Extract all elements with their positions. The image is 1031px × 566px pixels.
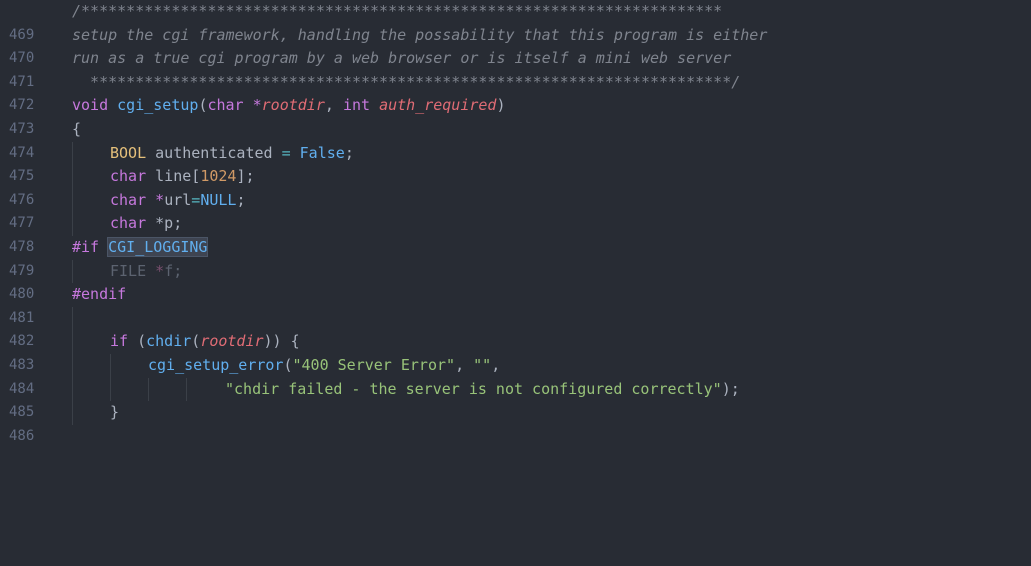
code-line: 485 "chdir failed - the server is not co…	[0, 377, 1031, 420]
punct-token: (	[128, 332, 147, 351]
code-line: 484 cgi_setup_error("400 Server Error", …	[0, 353, 1031, 397]
punct-token: (	[191, 332, 201, 351]
code-line: 483 if (chdir(rootdir)) {	[0, 330, 1031, 373]
keyword-token: char	[207, 96, 244, 115]
code-line: 486 }	[0, 401, 1031, 444]
param-token: auth_required	[379, 96, 497, 115]
code-text: if (chdir(rootdir)) {	[110, 330, 300, 354]
constant-token: NULL	[200, 190, 237, 209]
code-line: 474 {	[0, 118, 1031, 161]
keyword-token: char	[110, 214, 147, 233]
function-token: cgi_setup_error	[148, 355, 284, 374]
code-text: "chdir failed - the server is not config…	[225, 378, 740, 402]
keyword-token: int	[342, 96, 371, 115]
function-token: cgi_setup	[117, 96, 199, 115]
code-text: void cgi_setup(char *rootdir, int auth_r…	[72, 94, 506, 118]
inactive-identifier-token: f;	[164, 261, 183, 280]
preprocessor-token: #if	[72, 237, 100, 256]
string-token: ""	[473, 355, 492, 374]
code-line: 473 void cgi_setup(char *rootdir, int au…	[0, 94, 1031, 137]
string-token: "chdir failed - the server is not config…	[225, 379, 722, 398]
indent-guide	[72, 306, 73, 331]
indent-guide	[72, 330, 73, 354]
comment-text: /***************************************…	[72, 2, 723, 20]
param-token: rootdir	[261, 96, 325, 115]
punct-token: ;	[344, 143, 354, 162]
punct-token: ,	[324, 96, 343, 115]
punct-token: );	[721, 379, 740, 398]
inactive-type-token: FILE	[110, 261, 147, 280]
indent-guide	[72, 259, 73, 284]
keyword-token: char	[110, 190, 147, 209]
code-editor[interactable]: 469 /***********************************…	[0, 0, 1031, 444]
code-line: 477 char *url=NULL;	[0, 188, 1031, 231]
indent-guide	[72, 377, 73, 402]
indent-guide	[186, 377, 187, 402]
string-token: "400 Server Error"	[292, 355, 456, 374]
code-line: 472 ************************************…	[0, 71, 1031, 114]
punct-token: )) {	[263, 332, 300, 351]
punct-token: ,	[455, 355, 474, 374]
type-token: BOOL	[110, 143, 147, 162]
punct-token: ];	[236, 167, 255, 186]
indent-guide	[110, 377, 111, 402]
line-number: 486	[9, 427, 35, 444]
code-line: 470 setup the cgi framework, handling th…	[0, 24, 1031, 67]
code-text: char *p;	[110, 212, 182, 236]
code-line: 476 char line[1024];	[0, 165, 1031, 208]
indent-guide	[72, 401, 73, 425]
operator-token: *	[243, 96, 262, 115]
indent-guide	[72, 353, 73, 378]
code-line: 480 FILE *f;	[0, 259, 1031, 302]
code-line: 471 run as a true cgi program by a web b…	[0, 47, 1031, 90]
identifier-token: url	[164, 190, 192, 209]
brace-token: }	[110, 403, 120, 422]
brace-token: {	[72, 119, 82, 138]
code-text: FILE *f;	[110, 260, 182, 284]
code-line: 482	[0, 306, 1031, 349]
indent-guide	[148, 377, 149, 402]
code-text: BOOL authenticated = False;	[110, 142, 354, 166]
param-token: rootdir	[200, 332, 264, 351]
indent-guide	[72, 212, 73, 236]
identifier-token: *p;	[146, 214, 183, 233]
preprocessor-token: #endif	[72, 285, 127, 304]
code-line: 479 #if CGI_LOGGING	[0, 236, 1031, 279]
code-text: char line[1024];	[110, 165, 255, 189]
code-line: 481 #endif	[0, 283, 1031, 326]
indent-guide	[110, 353, 111, 378]
keyword-token: char	[110, 167, 147, 186]
operator-token: =	[281, 143, 291, 162]
function-token: chdir	[146, 332, 192, 351]
punct-token: ;	[236, 190, 246, 209]
comment-text: run as a true cgi program by a web brows…	[72, 49, 732, 68]
constant-token: False	[290, 143, 345, 162]
operator-token: *	[146, 190, 165, 209]
code-line: 469 /***********************************…	[0, 0, 1031, 43]
punct-token: (	[283, 355, 293, 374]
indent-guide	[72, 188, 73, 213]
indent-guide	[72, 165, 73, 189]
operator-token: =	[191, 190, 201, 209]
code-line: 478 char *p;	[0, 212, 1031, 255]
code-text: char *url=NULL;	[110, 189, 245, 213]
code-line: 475 BOOL authenticated = False;	[0, 141, 1031, 184]
number-token: 1024	[200, 167, 237, 186]
keyword-token: if	[110, 332, 129, 351]
indent-guide	[72, 141, 73, 166]
identifier-token: authenticated	[146, 143, 282, 162]
inactive-operator-token: *	[146, 261, 165, 280]
punct-token: ,	[491, 355, 501, 374]
code-text: #if CGI_LOGGING	[72, 236, 209, 260]
identifier-token: line[	[146, 167, 201, 186]
punct-token: )	[496, 96, 506, 115]
code-text: cgi_setup_error("400 Server Error", "",	[148, 354, 500, 378]
keyword-token: void	[72, 96, 109, 115]
comment-text: ****************************************…	[72, 72, 741, 91]
highlighted-macro-token: CGI_LOGGING	[107, 236, 209, 257]
comment-text: setup the cgi framework, handling the po…	[72, 25, 768, 44]
